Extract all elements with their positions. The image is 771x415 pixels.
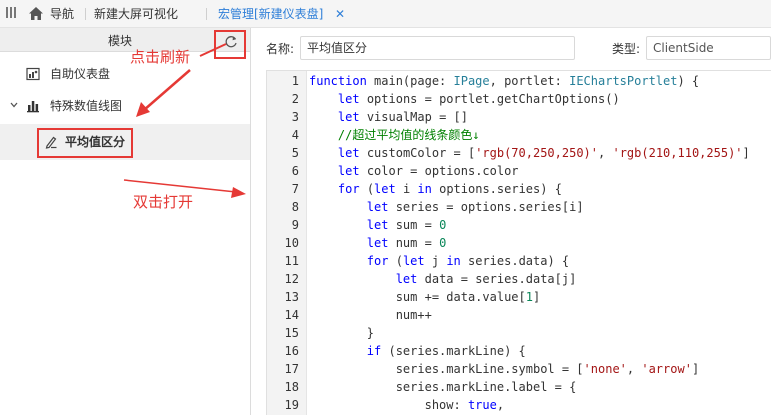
module-panel: 模块 自助仪表盘 特殊数值线图 平均值区分 <box>0 28 251 415</box>
tree-item-label: 平均值区分 <box>65 135 126 149</box>
code-line: show: true, <box>309 398 505 412</box>
line-number: 11 <box>284 254 299 268</box>
code-line: let customColor = ['rgb(70,250,250)', 'r… <box>337 146 750 160</box>
line-number: 17 <box>284 362 299 376</box>
line-number: 18 <box>284 380 299 394</box>
line-number: 7 <box>291 182 299 196</box>
menu-icon[interactable] <box>6 7 16 19</box>
code-line: let num = 0 <box>366 236 447 250</box>
code-line: let color = options.color <box>337 164 519 178</box>
line-number: 8 <box>291 200 299 214</box>
home-icon[interactable] <box>28 6 44 21</box>
refresh-annotation: 点击刷新 <box>130 48 191 66</box>
code-line: let series = options.series[i] <box>366 200 584 214</box>
code-line: let options = portlet.getChartOptions() <box>337 92 620 106</box>
code-editor[interactable]: 1 2 3 4 5 6 7 8 9 10 11 12 13 14 15 16 1… <box>266 70 771 415</box>
tree-item-label: 特殊数值线图 <box>50 99 123 113</box>
close-icon[interactable]: ✕ <box>335 6 345 22</box>
code-line: //超过平均值的线条颜色↓ <box>337 128 480 142</box>
open-annotation: 双击打开 <box>133 193 194 211</box>
line-number: 5 <box>291 146 299 160</box>
line-number: 16 <box>284 344 299 358</box>
line-number: 19 <box>284 398 299 412</box>
line-number: 10 <box>284 236 299 250</box>
line-number: 4 <box>291 128 299 142</box>
code-line: let sum = 0 <box>366 218 447 232</box>
code-line: let visualMap = [] <box>337 110 468 124</box>
tab-new-screen[interactable]: 新建大屏可视化 <box>94 6 178 22</box>
line-number: 15 <box>284 326 299 340</box>
code-line: num++ <box>309 308 432 322</box>
code-line: function main(page: IPage, portlet: IECh… <box>309 74 700 88</box>
type-label: 类型: <box>612 42 641 56</box>
line-number: 2 <box>291 92 299 106</box>
name-input[interactable]: 平均值区分 <box>300 36 575 60</box>
tab-bar: 导航 新建大屏可视化 宏管理[新建仪表盘] ✕ <box>0 0 771 28</box>
refresh-icon[interactable] <box>224 35 238 49</box>
tab-separator <box>85 8 86 20</box>
line-number: 14 <box>284 308 299 322</box>
tab-macro-manager[interactable]: 宏管理[新建仪表盘] <box>218 6 323 22</box>
name-label: 名称: <box>266 42 295 56</box>
code-line: } <box>309 326 375 340</box>
dashboard-icon <box>26 67 40 81</box>
tab-separator <box>206 8 207 20</box>
line-number: 1 <box>291 74 299 88</box>
code-line: sum += data.value[1] <box>309 290 541 304</box>
line-number-gutter: 1 2 3 4 5 6 7 8 9 10 11 12 13 14 15 16 1… <box>267 71 307 415</box>
module-panel-title: 模块 <box>107 34 132 48</box>
tree-item-label: 自助仪表盘 <box>50 67 111 81</box>
chevron-down-icon[interactable] <box>10 102 18 108</box>
code-line: for (let j in series.data) { <box>366 254 570 268</box>
refresh-highlight-box <box>214 30 246 59</box>
type-select[interactable]: ClientSide <box>646 36 771 60</box>
code-line: let data = series.data[j] <box>395 272 577 286</box>
line-number: 9 <box>291 218 299 232</box>
code-line: if (series.markLine) { <box>366 344 526 358</box>
module-panel-header: 模块 <box>0 28 250 52</box>
code-line: for (let i in options.series) { <box>337 182 562 196</box>
code-line: series.markLine.symbol = ['none', 'arrow… <box>309 362 700 376</box>
line-number: 13 <box>284 290 299 304</box>
line-number: 12 <box>284 272 299 286</box>
line-number: 6 <box>291 164 299 178</box>
macro-script-icon <box>45 136 57 149</box>
tab-nav[interactable]: 导航 <box>50 6 74 22</box>
bar-chart-icon <box>27 101 39 113</box>
code-line: series.markLine.label = { <box>309 380 577 394</box>
macro-editor-panel: 名称: 平均值区分 类型: ClientSide 1 2 3 4 5 6 7 8… <box>252 28 771 415</box>
line-number: 3 <box>291 110 299 124</box>
